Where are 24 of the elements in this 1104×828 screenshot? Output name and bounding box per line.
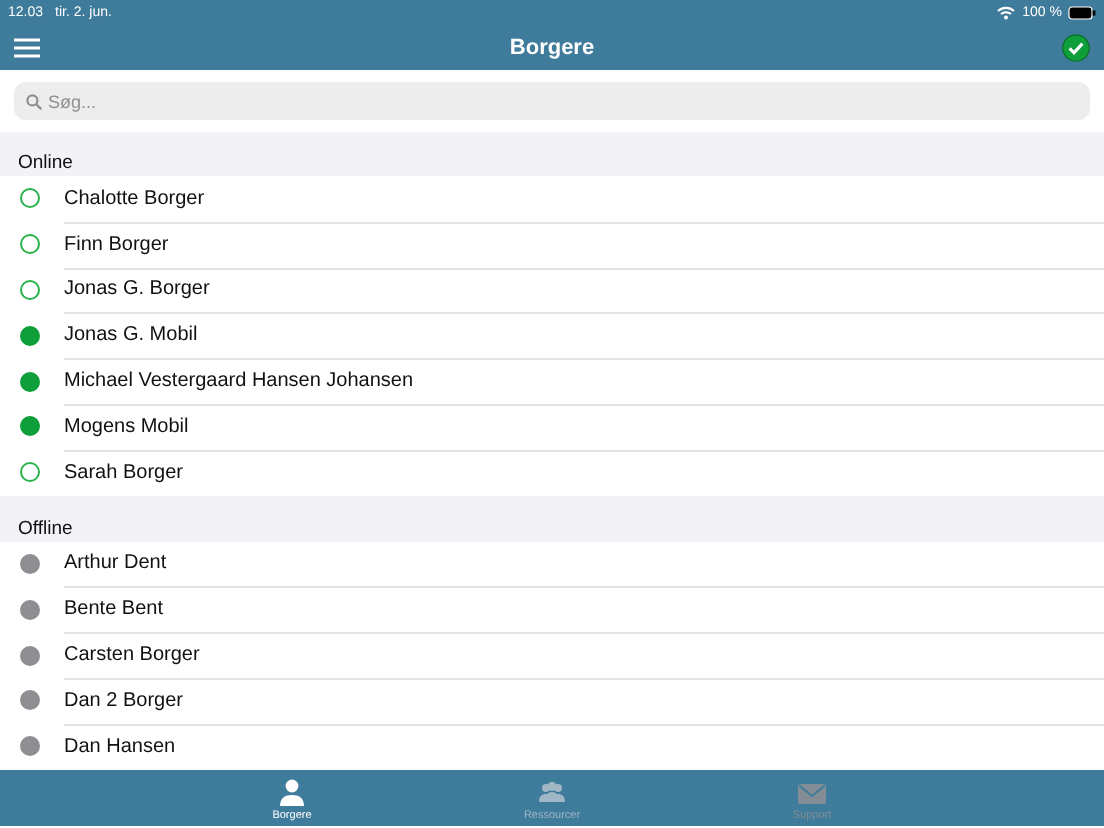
section-header: Online [18, 152, 73, 174]
wifi-icon [996, 4, 1017, 20]
group-icon [536, 778, 568, 806]
person-row[interactable]: Finn Borger [0, 221, 1104, 268]
person-row[interactable]: Carsten Borger [0, 632, 1104, 678]
person-icon [276, 778, 308, 806]
envelope-icon [796, 778, 828, 806]
person-row[interactable]: Jonas G. Borger [0, 267, 1104, 313]
person-row[interactable]: Dan 2 Borger [0, 677, 1104, 724]
person-row[interactable]: Arthur Dent [0, 541, 1104, 587]
menu-button[interactable] [14, 37, 40, 57]
checkmark-icon[interactable] [1062, 33, 1090, 61]
person-row[interactable]: Michael Vestergaard Hansen Johansen [0, 358, 1104, 404]
person-row[interactable]: Mogens Mobil [0, 403, 1104, 450]
person-row[interactable]: Bente Bent [0, 586, 1104, 633]
person-row[interactable]: Dan Hansen [0, 723, 1104, 770]
search-field[interactable]: Søg... [14, 82, 1090, 120]
person-row[interactable]: Sarah Borger [0, 449, 1104, 496]
nav-title: Borgere [509, 35, 595, 59]
person-row[interactable]: Jonas G. Mobil [0, 312, 1104, 359]
person-row[interactable]: Chalotte Borger [0, 176, 1104, 222]
menu-icon [14, 37, 40, 57]
battery-icon [1068, 5, 1096, 19]
section-header: Offline [18, 517, 73, 540]
